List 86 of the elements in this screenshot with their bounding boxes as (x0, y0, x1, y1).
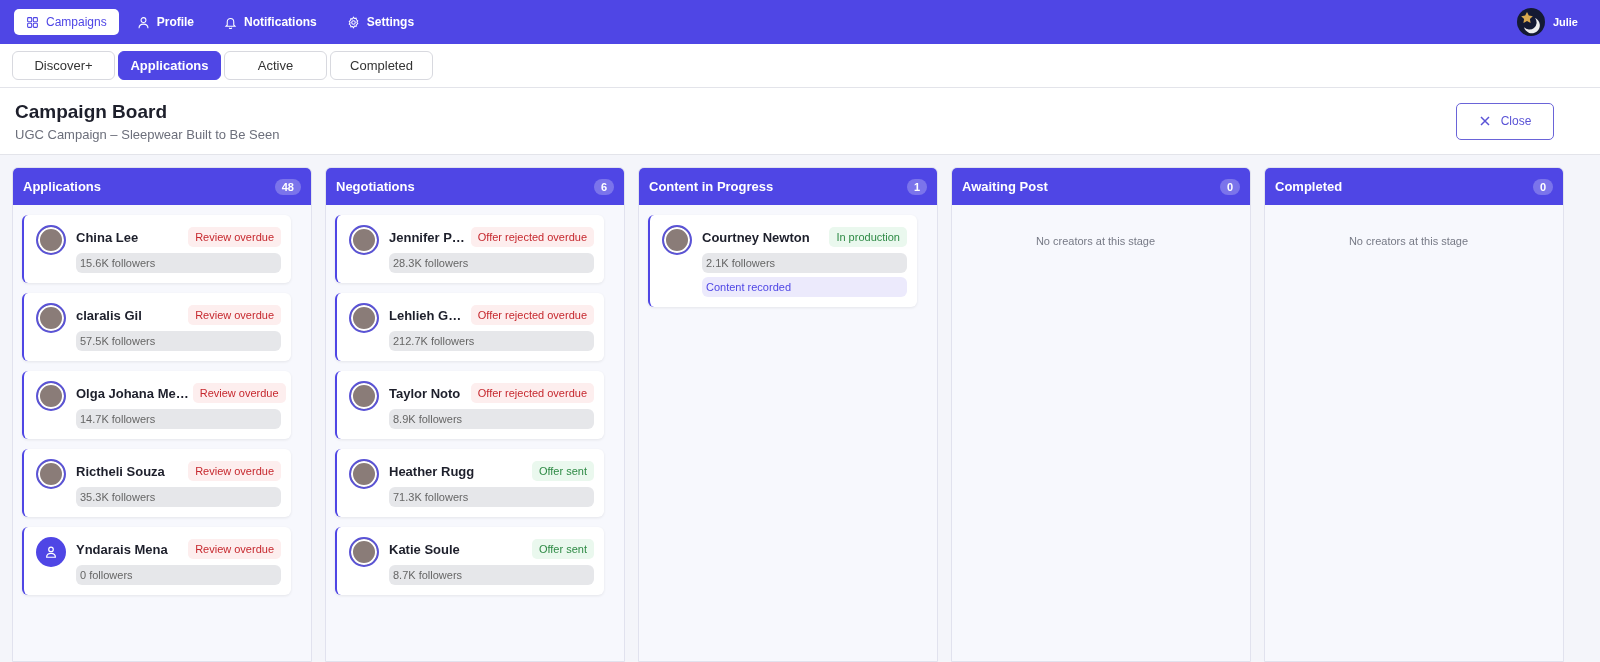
photo-placeholder (662, 225, 692, 255)
user-name: Julie (1552, 16, 1578, 28)
photo-placeholder (36, 303, 66, 333)
column-title: Awaiting Post (962, 179, 1048, 194)
user-avatar[interactable] (1516, 8, 1545, 36)
creator-card[interactable]: Lehlieh G… Offer rejected overdue 212.7K followers (335, 293, 604, 361)
creator-card[interactable]: Katie Soule Offer sent 8.7K followers (335, 527, 604, 595)
creator-name: Katie Soule (389, 541, 460, 557)
creator-name: Courtney Newton (702, 229, 810, 245)
photo-placeholder (36, 225, 66, 255)
follower-count: 15.6K followers (76, 253, 281, 273)
status-badge: Offer rejected overdue (470, 383, 594, 403)
avatar-placeholder (36, 537, 66, 567)
column-count: 48 (274, 178, 301, 195)
campaign-subtitle: UGC Campaign – Sleepwear Built to Be Seen (15, 126, 280, 142)
creator-name: China Lee (76, 229, 139, 245)
follower-count: 71.3K followers (389, 487, 594, 507)
nav-item[interactable]: Notifications (212, 9, 329, 35)
nav-item[interactable]: Profile (124, 9, 207, 35)
tab[interactable]: Active (224, 51, 327, 80)
status-badge: Review overdue (188, 461, 281, 481)
close-icon (1478, 115, 1491, 127)
creator-card[interactable]: China Lee Review overdue 15.6K followers (22, 215, 291, 283)
settings-icon (346, 15, 360, 29)
status-badge: Offer rejected overdue (470, 305, 594, 325)
column-count: 1 (906, 178, 927, 195)
empty-state-text: No creators at this stage (1347, 234, 1470, 247)
tab[interactable]: Discover+ (12, 51, 115, 80)
column-title: Negotiations (336, 179, 415, 194)
nav-item[interactable]: Settings (334, 9, 427, 35)
follower-count: 57.5K followers (76, 331, 281, 351)
status-badge: Offer sent (531, 539, 594, 559)
follower-count: 212.7K followers (389, 331, 594, 351)
creator-card[interactable]: Courtney Newton In production 2.1K followers Content recorded (648, 215, 917, 307)
tab[interactable]: Applications (118, 51, 221, 80)
follower-count: 14.7K followers (76, 409, 281, 429)
empty-state-text: No creators at this stage (1034, 234, 1157, 247)
creator-card[interactable]: Yndarais Mena Review overdue 0 followers (22, 527, 291, 595)
creator-card[interactable]: Jennifer P… Offer rejected overdue 28.3K followers (335, 215, 604, 283)
creator-card[interactable]: Taylor Noto Offer rejected overdue 8.9K followers (335, 371, 604, 439)
column-count: 0 (1219, 178, 1240, 195)
creator-name: Rictheli Souza (76, 463, 165, 479)
photo-placeholder (349, 225, 379, 255)
status-badge: In production (829, 227, 907, 247)
creator-name: Heather Rugg (389, 463, 475, 479)
creator-name: Taylor Noto (389, 385, 461, 401)
follower-count: 28.3K followers (389, 253, 594, 273)
grid-icon (26, 15, 39, 29)
creator-name: Yndarais Mena (76, 541, 168, 557)
creator-name: Lehlieh G… (389, 307, 462, 323)
nav-item[interactable]: Campaigns (14, 9, 119, 35)
creator-name: claralis Gil (76, 307, 142, 323)
status-badge: Review overdue (188, 305, 281, 325)
status-badge: Offer sent (531, 461, 594, 481)
creator-card[interactable]: Rictheli Souza Review overdue 35.3K followers (22, 449, 291, 517)
photo-placeholder (349, 459, 379, 489)
creator-card[interactable]: claralis Gil Review overdue 57.5K followers (22, 293, 291, 361)
creator-name: Olga Johana Me… (76, 385, 189, 401)
column-title: Applications (23, 179, 101, 194)
tab[interactable]: Completed (330, 51, 433, 80)
status-badge: Review overdue (188, 227, 281, 247)
column-title: Content in Progress (649, 179, 774, 194)
status-badge: Review overdue (192, 383, 286, 403)
close-button[interactable]: Close (1456, 102, 1554, 140)
status-badge: Offer rejected overdue (470, 227, 594, 247)
photo-placeholder (36, 459, 66, 489)
status-badge: Review overdue (188, 539, 281, 559)
creator-card[interactable]: Heather Rugg Offer sent 71.3K followers (335, 449, 604, 517)
follower-count: 8.7K followers (389, 565, 594, 585)
photo-placeholder (349, 381, 379, 411)
photo-placeholder (36, 381, 66, 411)
bell-icon (224, 15, 238, 29)
photo-placeholder (349, 537, 379, 567)
creator-name: Jennifer P… (389, 229, 465, 245)
column-title: Completed (1275, 179, 1343, 194)
column-count: 0 (1532, 178, 1553, 195)
photo-placeholder (349, 303, 379, 333)
follower-count: 35.3K followers (76, 487, 281, 507)
user-icon (136, 15, 150, 29)
follower-count: 0 followers (76, 565, 281, 585)
follower-count: 8.9K followers (389, 409, 594, 429)
creator-card[interactable]: Olga Johana Me… Review overdue 14.7K followers (22, 371, 291, 439)
follower-count: 2.1K followers (702, 253, 907, 273)
progress-note: Content recorded (702, 277, 907, 297)
board-title: Campaign Board (15, 100, 169, 123)
column-count: 6 (593, 178, 614, 195)
